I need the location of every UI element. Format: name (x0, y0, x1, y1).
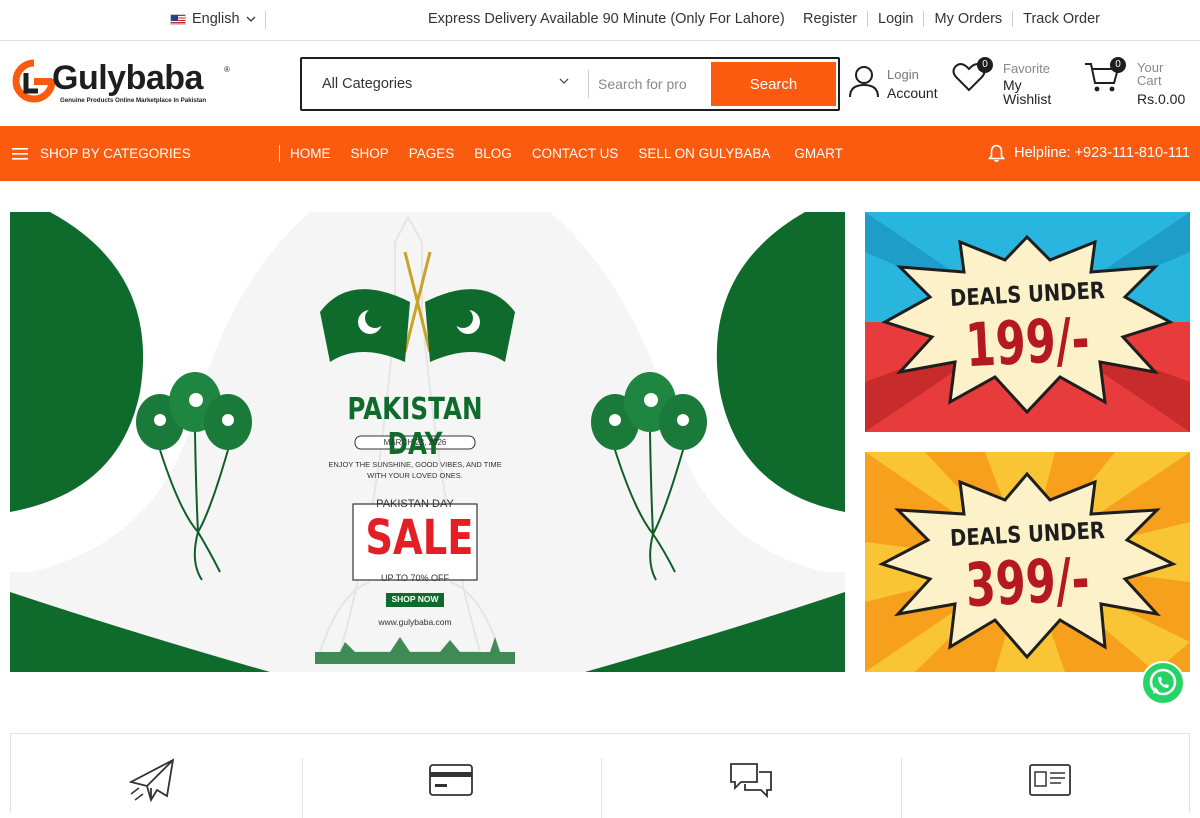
account-label: Login (887, 67, 919, 82)
nav-item-shop[interactable]: SHOP (351, 146, 389, 161)
search-divider (588, 70, 589, 98)
helpline[interactable]: Helpline: +923-111-810-111 (988, 144, 1190, 162)
feature-divider (601, 758, 602, 818)
features-strip (10, 733, 1190, 818)
wishlist-value: My Wishlist (1003, 77, 1052, 107)
header: Gulybaba Genuine Products Online Marketp… (0, 41, 1200, 126)
chevron-down-icon (246, 16, 256, 22)
chevron-down-icon[interactable] (557, 74, 571, 88)
hero-title: PAKISTAN DAY (347, 392, 483, 462)
deals-price: 199/- (963, 304, 1092, 382)
wishlist-count-badge: 0 (977, 57, 993, 73)
feature-divider (901, 758, 902, 818)
user-icon (849, 66, 879, 98)
balloons-right (591, 372, 707, 581)
cart-label: Your Cart (1137, 60, 1164, 88)
nav-item-contact-us[interactable]: CONTACT US (532, 146, 619, 161)
sale-text: SALE (365, 510, 474, 566)
search-bar: All Categories Search (300, 57, 840, 111)
shop-by-categories-label: SHOP BY CATEGORIES (40, 146, 191, 161)
discount-text: UP TO 70% OFF (380, 573, 450, 583)
sale-heading: PAKISTAN DAY (376, 498, 454, 510)
credit-card-icon (429, 764, 473, 796)
cart-count-badge: 0 (1110, 57, 1126, 73)
hero-banner[interactable]: PAKISTAN DAY MARCH 23, 2026 ENJOY THE SU… (10, 212, 845, 672)
deals-under-199-banner[interactable]: DEALS UNDER 199/- (865, 212, 1190, 432)
shop-by-categories-button[interactable]: SHOP BY CATEGORIES (12, 146, 191, 161)
feature-divider (302, 758, 303, 818)
menu-icon (12, 147, 28, 160)
login-link[interactable]: Login (867, 11, 923, 27)
hero-date: MARCH 23, 2026 (383, 438, 447, 447)
chat-bubbles-icon (730, 763, 772, 798)
helpline-text: Helpline: +923-111-810-111 (1014, 145, 1190, 161)
whatsapp-icon[interactable] (1140, 660, 1186, 706)
bell-icon (988, 144, 1006, 162)
search-input[interactable] (598, 69, 708, 99)
nav-divider (279, 145, 280, 162)
register-link[interactable]: Register (803, 11, 867, 27)
nav-menu: HOME SHOP PAGES BLOG CONTACT US SELL ON … (290, 146, 863, 161)
deals-price: 399/- (963, 544, 1092, 622)
website-text: www.gulybaba.com (378, 617, 452, 627)
logo-wordmark: Gulybaba (52, 59, 203, 97)
top-bar: English Express Delivery Available 90 Mi… (0, 0, 1200, 41)
my-orders-link[interactable]: My Orders (923, 11, 1012, 27)
language-selector[interactable]: English (170, 11, 256, 27)
id-card-icon (1029, 764, 1071, 796)
search-button[interactable]: Search (711, 62, 836, 106)
nav-item-gmart[interactable]: GMART (794, 146, 843, 161)
top-links: Register Login My Orders Track Order (803, 11, 1110, 27)
nav-item-pages[interactable]: PAGES (409, 146, 455, 161)
logo-tagline: Genuine Products Online Marketplace In P… (60, 97, 207, 104)
paper-plane-icon (129, 758, 175, 802)
nav-item-blog[interactable]: BLOG (474, 146, 512, 161)
promo-text: Express Delivery Available 90 Minute (On… (428, 11, 785, 27)
deals-under-399-banner[interactable]: DEALS UNDER 399/- (865, 452, 1190, 672)
logo-registered-mark: ® (224, 65, 230, 74)
shop-now-button[interactable]: SHOP NOW (386, 594, 444, 604)
nav-item-sell-on-gulybaba[interactable]: SELL ON GULYBABA (638, 146, 770, 161)
divider (265, 11, 266, 29)
main-nav: SHOP BY CATEGORIES HOME SHOP PAGES BLOG … (0, 126, 1200, 181)
hero-tagline-1: ENJOY THE SUNSHINE, GOOD VIBES, AND TIME (328, 460, 502, 469)
account-value: Account (887, 85, 938, 101)
language-label: English (192, 11, 240, 27)
site-logo[interactable]: Gulybaba Genuine Products Online Marketp… (12, 55, 237, 115)
hero-tagline-2: WITH YOUR LOVED ONES. (367, 471, 463, 480)
flag-us-icon (170, 13, 186, 25)
cart-total: Rs.0.00 (1137, 91, 1186, 107)
wishlist-label: Favorite (1003, 61, 1050, 76)
track-order-link[interactable]: Track Order (1012, 11, 1110, 27)
category-select[interactable]: All Categories (322, 76, 412, 92)
nav-item-home[interactable]: HOME (290, 146, 331, 161)
